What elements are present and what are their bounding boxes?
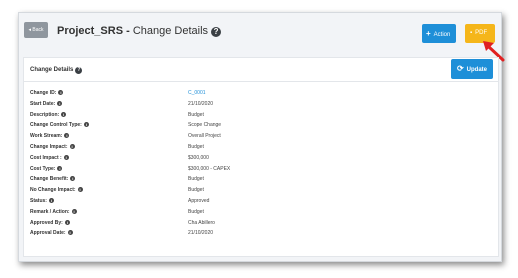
info-icon: i [70,176,76,182]
card-title-text: Change Details [30,67,74,73]
detail-value: 21/10/2020 [188,230,214,237]
detail-label-text: Change Benefit: [30,176,69,183]
detail-label: Approval Date: i [30,228,73,238]
detail-row-remark-action: Remark / Action: i Budget [30,207,490,218]
detail-label: Approved By: i [30,218,70,228]
pdf-label: PDF [475,30,488,36]
change-details-card: Change Details? ⟳ Update Change ID: i C_00… [23,57,499,257]
detail-row-change-id: Change ID: i C_0001 [30,88,490,99]
info-icon: i [58,90,64,95]
detail-row-change-impact: Change Impact: i Budget [30,142,490,153]
detail-row-approved-by: Approved By: i Cha Abillero [30,218,490,229]
info-icon: i [83,122,89,128]
info-icon: i [61,111,67,117]
detail-label-text: Description: [30,111,60,118]
detail-label-text: Remark / Action: [30,208,70,215]
detail-label-text: Start Date: [30,100,56,107]
detail-row-description: Description: i Budget [30,110,490,121]
project-name: Project_SRS [57,25,124,37]
detail-label: Remark / Action: i [30,207,77,217]
detail-value: $300,000 [188,154,209,161]
detail-row-approval-date: Approval Date: i 21/10/2020 [30,228,490,239]
detail-value: Budget [188,143,204,150]
detail-label-text: Change Impact: [30,143,68,150]
back-button[interactable]: ◂ Back [24,22,48,38]
detail-row-change-benefit: Change Benefit: i Budget [30,174,490,185]
detail-value: 21/10/2020 [188,100,214,107]
detail-value: Budget [188,176,204,183]
detail-label-text: Approval Date: [30,230,66,237]
detail-label-text: Change Control Type: [30,122,82,129]
detail-label: Status: i [30,196,54,206]
back-label: Back [32,27,44,33]
detail-value: Budget [188,111,204,118]
update-label: Update [466,67,488,73]
detail-label: Cost Impact :i [30,153,69,163]
detail-row-no-change-impact: No Change Impact: i Budget [30,185,490,196]
page-title: Project_SRS - Change Details? [57,24,222,38]
refresh-icon: ⟳ [456,64,464,73]
app-window: ◂ Back Project_SRS - Change Details? + Ac… [18,12,505,262]
detail-label-text: Work Stream: [30,133,63,140]
card-help-icon[interactable]: ? [75,67,83,74]
detail-label-text: Approved By: [30,219,63,226]
card-header: Change Details? ⟳ Update [24,58,498,82]
detail-label-text: Cost Impact : [30,154,62,161]
info-icon: i [64,133,70,139]
page-title-text: Change Details [132,25,209,37]
detail-value: Cha Abillero [188,219,215,226]
action-label: Action [433,32,451,38]
action-button[interactable]: + Action [422,24,456,43]
detail-label-text: Change ID: [30,90,57,96]
detail-value: Scope Change [188,122,222,129]
info-icon: i [48,197,54,203]
info-icon: i [69,143,75,149]
detail-value: Budget [188,208,204,215]
detail-value: $300,000 - CAPEX [188,165,231,172]
detail-label: Work Stream: i [30,131,70,141]
detail-label-text: No Change Impact: [30,187,76,194]
file-icon: ▪ [470,30,473,36]
detail-label: No Change Impact: i [30,185,83,195]
info-icon: i [77,187,83,193]
detail-label: Change Benefit: i [30,174,76,184]
info-icon: i [63,154,69,160]
update-button[interactable]: ⟳ Update [451,59,493,79]
details-list: Change ID: i C_0001 Start Date: i 21/10/20… [30,88,490,239]
detail-row-cost-type: Cost Type: i $300,000 - CAPEX [30,164,490,175]
detail-label: Start Date: i [30,99,63,109]
detail-row-status: Status: i Approved [30,196,490,207]
title-separator: - [123,25,133,37]
top-bar: ◂ Back Project_SRS - Change Details? + Ac… [19,13,503,49]
detail-value: Approved [188,197,210,204]
info-icon: i [57,165,63,171]
detail-row-cost-impact: Cost Impact :i $300,000 [30,153,490,164]
detail-row-start-date: Start Date: i 21/10/2020 [30,99,490,110]
detail-row-change-control-type: Change Control Type: i Scope Change [30,120,490,131]
detail-label-text: Cost Type: [30,165,56,172]
detail-label: Change Impact: i [30,142,75,152]
detail-label: Cost Type: i [30,164,63,174]
detail-value: Overall Project [188,133,221,140]
detail-label: Change ID: i [30,88,64,98]
detail-value: Budget [188,187,204,194]
change-id-link[interactable]: C_0001 [188,88,206,98]
help-icon[interactable]: ? [211,27,222,37]
detail-row-work-stream: Work Stream: i Overall Project [30,131,490,142]
info-icon: i [64,219,70,225]
info-icon: i [67,230,73,236]
plus-icon: + [426,29,431,38]
detail-label: Description: i [30,110,67,120]
detail-label-text: Status: [30,197,47,204]
info-icon: i [71,208,77,214]
card-title: Change Details? [30,66,83,74]
detail-label: Change Control Type: i [30,120,89,130]
info-icon: i [57,100,63,106]
